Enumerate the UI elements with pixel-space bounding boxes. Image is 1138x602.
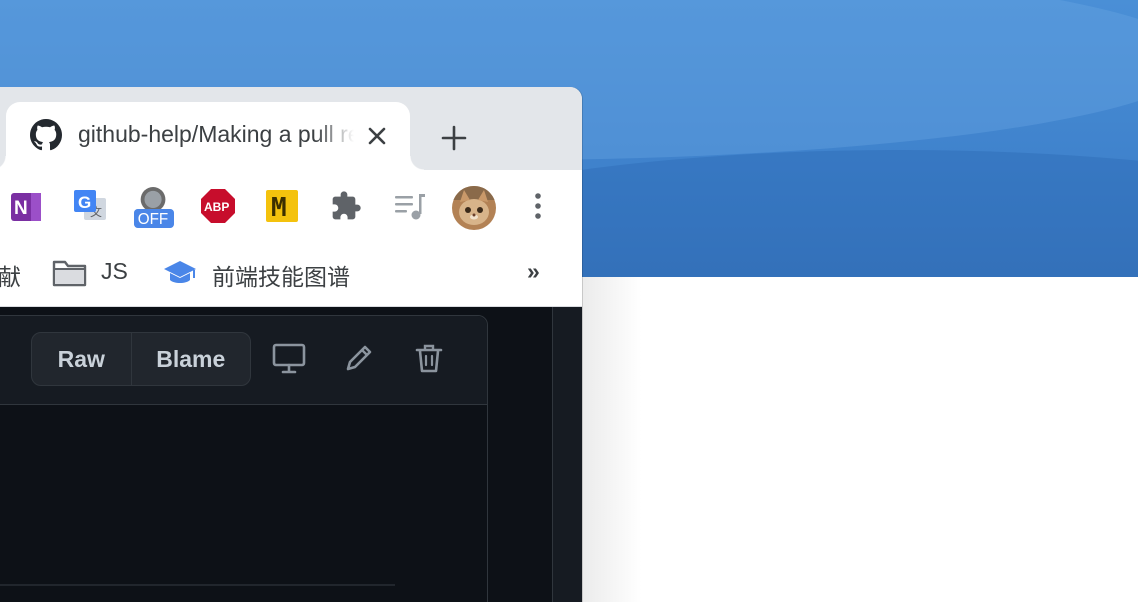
plus-icon[interactable] <box>436 120 472 156</box>
bookmarks-bar: 献 JS 前端技能图谱 » <box>0 242 582 307</box>
bookmark-frontend-roadmap[interactable]: 前端技能图谱 <box>212 258 350 292</box>
google-translate-icon[interactable]: 文 G <box>72 188 108 224</box>
browser-toolbar: N 文 G OFF ABP M <box>0 170 582 242</box>
blame-button[interactable]: Blame <box>132 333 250 385</box>
tab-title: github-help/Making a pull request <box>78 121 354 147</box>
page-content: Raw Blame <box>0 307 582 602</box>
bookmark-item-partial[interactable]: 献 <box>0 258 21 292</box>
active-tab[interactable]: github-help/Making a pull request <box>0 102 424 170</box>
more-menu-icon[interactable] <box>520 188 556 224</box>
svg-text:N: N <box>14 198 28 219</box>
code-divider <box>0 584 395 586</box>
raw-button[interactable]: Raw <box>32 333 132 385</box>
svg-text:G: G <box>78 193 91 212</box>
trash-icon[interactable] <box>409 338 449 378</box>
graduation-cap-icon <box>162 258 198 288</box>
file-actions-group: Raw Blame <box>31 332 251 386</box>
tab-strip: github-help/Making a pull request <box>0 87 582 170</box>
svg-text:M: M <box>271 193 287 223</box>
svg-text:ABP: ABP <box>204 200 229 214</box>
adblock-plus-icon[interactable]: ABP <box>200 188 236 224</box>
extensions-puzzle-icon[interactable] <box>328 188 364 224</box>
page-gutter <box>552 307 582 602</box>
file-header: Raw Blame <box>0 316 487 405</box>
media-control-icon[interactable] <box>392 188 428 224</box>
browser-window: github-help/Making a pull request <box>0 87 582 602</box>
folder-icon <box>52 258 88 288</box>
screen: github-help/Making a pull request <box>0 0 1138 602</box>
svg-text:OFF: OFF <box>138 211 168 228</box>
close-icon[interactable] <box>364 123 390 149</box>
onenote-icon[interactable]: N <box>8 188 44 224</box>
github-icon <box>30 119 62 151</box>
window-shadow <box>582 277 642 602</box>
profile-avatar[interactable] <box>452 186 496 230</box>
bookmark-folder-js[interactable]: JS <box>101 258 128 285</box>
m-extension-icon[interactable]: M <box>264 188 300 224</box>
desktop-icon[interactable] <box>269 338 309 378</box>
file-viewer: Raw Blame <box>0 315 488 602</box>
bookmarks-overflow-button[interactable]: » <box>527 258 540 285</box>
off-extension-icon[interactable]: OFF <box>134 186 174 230</box>
pencil-icon[interactable] <box>339 338 379 378</box>
